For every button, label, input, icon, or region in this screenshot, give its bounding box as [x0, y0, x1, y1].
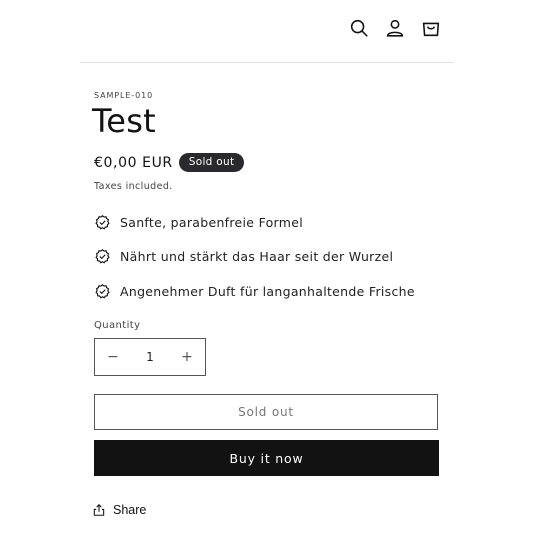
price-row: €0,00 EUR Sold out [94, 153, 245, 172]
feature-list: Sanfte, parabenfreie Formel Nährt und st… [94, 210, 415, 314]
feature-item: Sanfte, parabenfreie Formel [94, 210, 415, 234]
feature-text: Nährt und stärkt das Haar seit der Wurze… [120, 249, 394, 264]
buy-it-now-button[interactable]: Buy it now [94, 440, 439, 476]
header-icons [348, 17, 442, 39]
product-title: Test [92, 102, 156, 140]
feature-text: Sanfte, parabenfreie Formel [120, 214, 304, 230]
feature-item: Angenehmer Duft für langanhaltende Frisc… [94, 279, 415, 303]
search-icon[interactable] [348, 17, 370, 39]
badge-check-icon [94, 214, 111, 231]
account-icon[interactable] [384, 17, 406, 39]
quantity-stepper: − 1 + [94, 338, 206, 376]
sold-out-button[interactable]: Sold out [94, 394, 438, 430]
share-icon [92, 503, 106, 517]
badge-check-icon [94, 248, 111, 265]
feature-text: Angenehmer Duft für langanhaltende Frisc… [120, 283, 415, 299]
quantity-label: Quantity [94, 320, 141, 331]
quantity-increase-button[interactable]: + [169, 339, 205, 375]
badge-check-icon [94, 283, 111, 300]
quantity-decrease-button[interactable]: − [95, 339, 131, 375]
header-divider [80, 62, 454, 63]
sold-out-badge: Sold out [178, 153, 245, 172]
share-button[interactable]: Share [92, 503, 146, 517]
taxes-note: Taxes included. [94, 181, 173, 192]
share-label: Share [113, 503, 147, 517]
feature-item: Nährt und stärkt das Haar seit der Wurze… [94, 245, 415, 269]
product-price: €0,00 EUR [94, 154, 173, 171]
cart-icon[interactable] [420, 17, 442, 39]
product-sku: SAMPLE-010 [94, 91, 154, 100]
quantity-input[interactable]: 1 [146, 350, 154, 364]
